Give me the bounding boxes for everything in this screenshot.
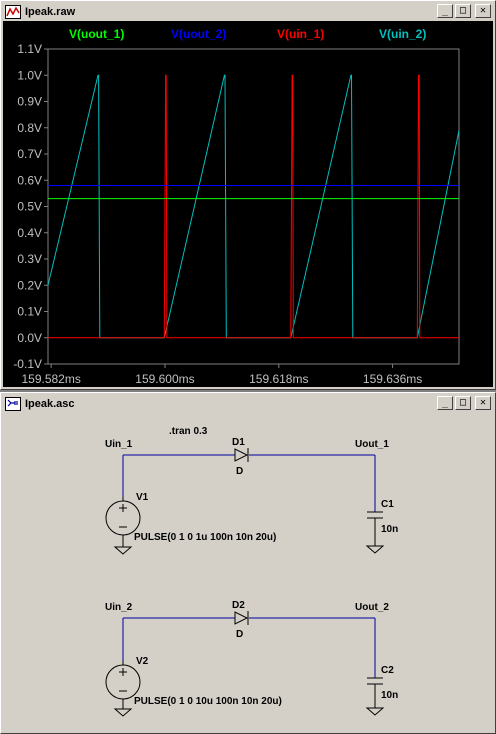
close-button[interactable]: ✕ xyxy=(475,4,491,18)
source1-name[interactable]: V1 xyxy=(136,492,149,503)
minimize-button[interactable]: _ xyxy=(437,396,453,410)
trace-label[interactable]: V(uout_2) xyxy=(171,27,226,41)
waveform-titlebar[interactable]: Ipeak.raw _ □ ✕ xyxy=(3,3,493,21)
x-tick-label: 159.618ms xyxy=(249,372,308,386)
trace-label[interactable]: V(uin_2) xyxy=(379,27,426,41)
y-tick-label: 0.3V xyxy=(17,252,42,266)
cap1-value[interactable]: 10n xyxy=(381,524,398,535)
trace-label[interactable]: V(uin_1) xyxy=(277,27,324,41)
minimize-button[interactable]: _ xyxy=(437,4,453,18)
cap2-name[interactable]: C2 xyxy=(381,665,394,676)
schematic-window[interactable]: Ipeak.asc _ □ ✕ .tran 0.3 Uin_1 Uout_1 D… xyxy=(0,392,496,734)
waveform-window[interactable]: Ipeak.raw _ □ ✕ V(uout_1) V(uout_2) V(ui… xyxy=(0,0,496,390)
close-button[interactable]: ✕ xyxy=(475,396,491,410)
schematic-app-icon xyxy=(5,397,21,411)
y-tick-label: -0.1V xyxy=(13,357,42,371)
schematic-canvas[interactable]: .tran 0.3 Uin_1 Uout_1 D1 D V1 PULSE(0 1… xyxy=(5,415,491,731)
net-label-uin1[interactable]: Uin_1 xyxy=(105,439,133,450)
waveform-app-icon xyxy=(5,5,21,19)
source2-value[interactable]: PULSE(0 1 0 10u 100n 10n 20u) xyxy=(134,696,282,707)
net-label-uout1[interactable]: Uout_1 xyxy=(355,439,389,450)
diode1-value[interactable]: D xyxy=(236,466,243,477)
source2-name[interactable]: V2 xyxy=(136,656,149,667)
spice-directive[interactable]: .tran 0.3 xyxy=(169,426,208,437)
waveform-plot[interactable]: V(uout_1) V(uout_2) V(uin_1) V(uin_2) 1.… xyxy=(3,21,493,387)
x-tick-label: 159.600ms xyxy=(135,372,194,386)
net-label-uout2[interactable]: Uout_2 xyxy=(355,602,389,613)
schematic-window-title: Ipeak.asc xyxy=(25,398,75,410)
y-tick-label: 0.6V xyxy=(17,173,42,187)
y-tick-label: 1.0V xyxy=(17,68,42,82)
maximize-button[interactable]: □ xyxy=(455,4,471,18)
diode1-name[interactable]: D1 xyxy=(232,437,245,448)
x-tick-label: 159.636ms xyxy=(363,372,422,386)
y-tick-label: 0.9V xyxy=(17,95,42,109)
net-label-uin2[interactable]: Uin_2 xyxy=(105,602,133,613)
y-tick-label: 0.1V xyxy=(17,305,42,319)
maximize-button[interactable]: □ xyxy=(455,396,471,410)
source1-value[interactable]: PULSE(0 1 0 1u 100n 10n 20u) xyxy=(134,532,276,543)
cap2-value[interactable]: 10n xyxy=(381,690,398,701)
y-tick-label: 0.8V xyxy=(17,121,42,135)
y-tick-label: 0.7V xyxy=(17,147,42,161)
y-tick-label: 0.4V xyxy=(17,226,42,240)
x-tick-label: 159.582ms xyxy=(21,372,80,386)
y-tick-label: 0.0V xyxy=(17,331,42,345)
diode2-value[interactable]: D xyxy=(236,629,243,640)
waveform-window-title: Ipeak.raw xyxy=(25,6,76,18)
y-tick-label: 0.5V xyxy=(17,200,42,214)
y-tick-label: 1.1V xyxy=(17,42,42,56)
schematic-background xyxy=(5,415,491,731)
y-tick-label: 0.2V xyxy=(17,278,42,292)
schematic-titlebar[interactable]: Ipeak.asc _ □ ✕ xyxy=(3,395,493,413)
cap1-name[interactable]: C1 xyxy=(381,499,394,510)
diode2-name[interactable]: D2 xyxy=(232,600,245,611)
trace-label[interactable]: V(uout_1) xyxy=(69,27,124,41)
